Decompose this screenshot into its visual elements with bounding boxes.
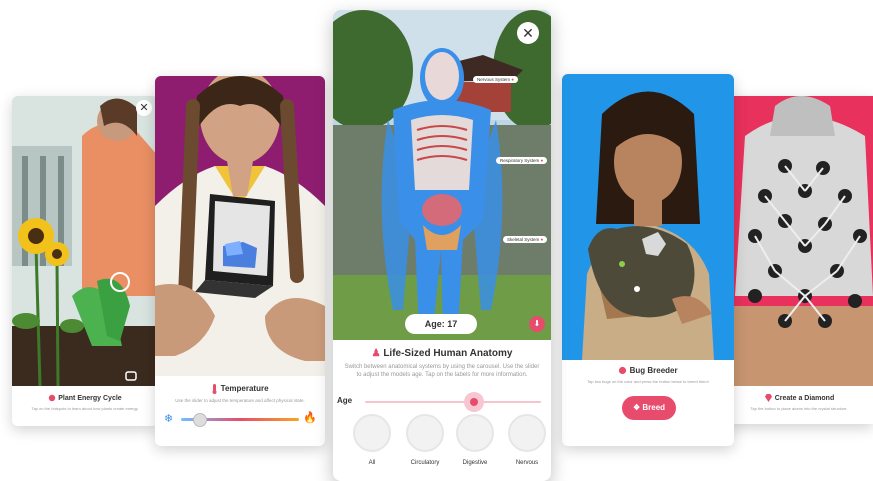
- hotspot-nervous[interactable]: Nervous System ●: [473, 76, 518, 83]
- system-option-nervous-label: Nervous: [515, 460, 539, 466]
- plant-desc: Tap on the hotspots to learn about how p…: [31, 406, 139, 411]
- all-systems-icon: [353, 414, 391, 452]
- breed-label: Breed: [642, 403, 666, 412]
- bug-icon: [619, 367, 627, 375]
- system-carousel[interactable]: All Circulatory Digestive Nervous: [333, 414, 551, 476]
- temperature-desc: Use the slider to adjust the temperature…: [175, 398, 305, 403]
- hotspot-skeletal-dot: ●: [540, 237, 544, 242]
- system-option-digestive-label: Digestive: [462, 460, 488, 466]
- age-label: Age: [337, 396, 353, 405]
- breed-button[interactable]: ❖ Breed: [622, 396, 676, 420]
- system-option-all[interactable]: All: [353, 414, 391, 466]
- hotspot-nervous-dot: ●: [511, 77, 514, 82]
- camera-button[interactable]: ⬇: [529, 316, 545, 332]
- diamond-title: Create a Diamond: [774, 394, 835, 402]
- anatomy-card[interactable]: ✕ Nervous System ● Respiratory System ● …: [333, 10, 551, 481]
- plant-close-button[interactable]: ✕: [136, 100, 152, 116]
- bug-title: Bug Breeder: [629, 366, 678, 375]
- hotspot-respiratory-label: Respiratory System: [500, 158, 540, 163]
- system-option-circulatory[interactable]: Circulatory: [403, 414, 447, 466]
- anatomy-title: Life-Sized Human Anatomy: [383, 348, 513, 359]
- diamond-title-row: Create a Diamond: [725, 394, 873, 402]
- plant-title-row: Plant Energy Cycle: [12, 394, 158, 402]
- temperature-slider[interactable]: [181, 413, 299, 427]
- flame-icon: 🔥: [303, 412, 317, 424]
- plant-title: Plant Energy Cycle: [58, 394, 122, 402]
- plant-photo: [12, 96, 158, 386]
- age-slider-thumb[interactable]: [464, 392, 485, 412]
- hotspot-skeletal[interactable]: Skeletal System ●: [503, 236, 548, 243]
- bug-desc: Tap two bugs on the color and press the …: [587, 379, 709, 384]
- anatomy-title-row: ♟ Life-Sized Human Anatomy: [333, 348, 551, 359]
- plant-leaf-icon: [49, 394, 56, 402]
- diamond-card[interactable]: Create a Diamond Tap the button to place…: [725, 96, 873, 424]
- nervous-icon: [508, 414, 546, 452]
- thermometer-icon: [212, 384, 217, 394]
- age-slider[interactable]: [365, 392, 541, 412]
- plant-energy-card[interactable]: ✕ Plant Energy Cycle Tap on the hotspots…: [12, 96, 158, 426]
- diamond-photo: [725, 96, 873, 386]
- hotspot-nervous-label: Nervous System: [477, 77, 511, 82]
- system-option-nervous[interactable]: Nervous: [505, 414, 549, 466]
- hotspot-respiratory-dot: ●: [540, 158, 544, 163]
- snowflake-icon: ❄: [164, 413, 174, 425]
- temperature-title: Temperature: [220, 384, 269, 394]
- system-option-all-label: All: [368, 460, 376, 466]
- system-option-circulatory-label: Circulatory: [410, 460, 440, 466]
- person-icon: ♟: [371, 348, 381, 359]
- anatomy-close-button[interactable]: ✕: [517, 22, 539, 44]
- bug-photo: [562, 74, 734, 360]
- diamond-desc: Tap the button to place atoms into the c…: [750, 406, 848, 411]
- anatomy-desc: Switch between anatomical systems by usi…: [344, 364, 540, 378]
- anatomy-photo: [333, 10, 551, 340]
- diamond-icon: [764, 394, 772, 402]
- bug-title-row: Bug Breeder: [562, 366, 734, 375]
- temperature-title-row: Temperature: [155, 384, 325, 394]
- temperature-card[interactable]: Temperature Use the slider to adjust the…: [155, 76, 325, 446]
- hotspot-respiratory[interactable]: Respiratory System ●: [496, 157, 548, 164]
- system-option-digestive[interactable]: Digestive: [453, 414, 497, 466]
- breed-icon: ❖: [632, 403, 643, 412]
- age-slider-thumb-dot: [470, 398, 479, 406]
- bug-breeder-card[interactable]: Bug Breeder Tap two bugs on the color an…: [562, 74, 734, 446]
- temperature-photo: [155, 76, 325, 376]
- temperature-slider-thumb[interactable]: [192, 413, 207, 427]
- digestive-icon: [456, 414, 494, 452]
- hotspot-skeletal-label: Skeletal System: [507, 237, 540, 242]
- circulatory-icon: [406, 414, 444, 452]
- age-badge: Age: 17: [405, 314, 477, 334]
